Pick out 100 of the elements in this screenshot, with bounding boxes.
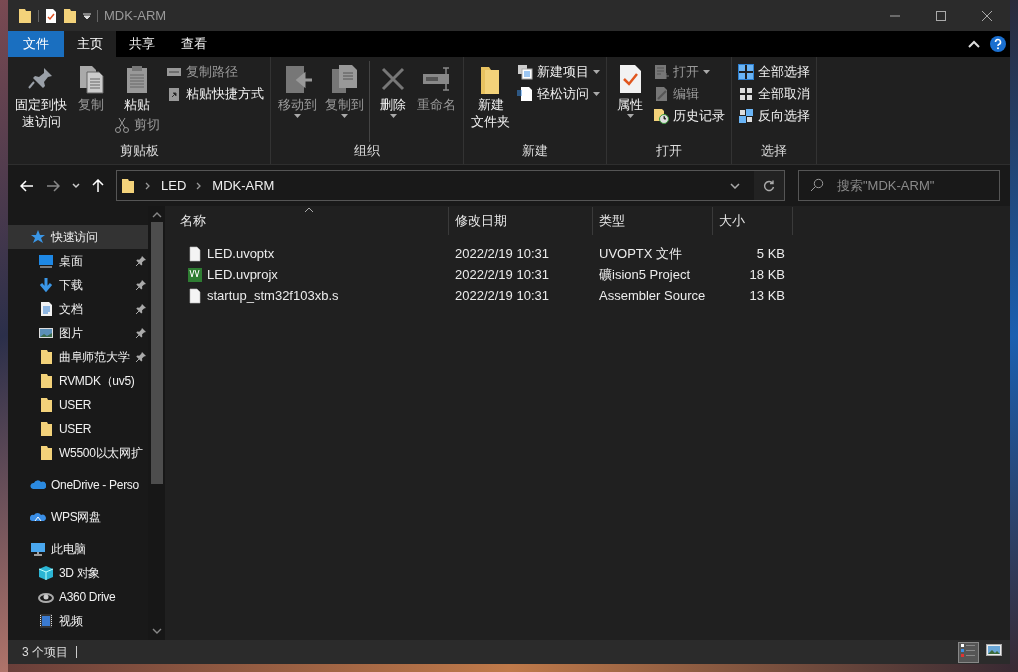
- nav-item[interactable]: 此电脑: [8, 537, 148, 561]
- document-icon: [517, 86, 533, 102]
- cube-icon: [38, 565, 54, 581]
- table-cell-text: 18 KB: [748, 265, 786, 284]
- ribbon-group-label: 新建: [521, 143, 549, 161]
- ribbon-button[interactable]: 反向选择: [736, 105, 812, 127]
- table-cell-text: UVOPTX 文件: [598, 244, 684, 263]
- dropdown-caret-icon: [593, 70, 600, 74]
- sort-caret-icon: [304, 207, 314, 213]
- chevron-down-icon[interactable]: [72, 182, 80, 189]
- table-cell-text: 13 KB: [748, 286, 786, 305]
- breadcrumb-link[interactable]: LED: [161, 175, 187, 196]
- file-name[interactable]: LED.uvprojx: [207, 264, 278, 285]
- maximize-icon: [936, 10, 946, 21]
- folder-icon: [18, 7, 32, 24]
- table-cell-text: 2022/2/19 10:31: [454, 286, 550, 305]
- nav-item[interactable]: 曲阜师范大学: [8, 345, 148, 369]
- up-arrow-icon[interactable]: [92, 178, 104, 193]
- open-icon: [653, 64, 669, 80]
- nav-item[interactable]: 桌面: [8, 249, 148, 273]
- nav-item[interactable]: 下载: [8, 273, 148, 297]
- file-menu-tab[interactable]: 文件: [8, 31, 64, 57]
- column-header[interactable]: 修改日期: [449, 207, 593, 235]
- file-name[interactable]: LED.uvoptx: [207, 243, 275, 264]
- dropdown-caret-icon: [341, 114, 348, 118]
- table-cell-text: Assembler Source: [598, 286, 707, 305]
- star-icon: [30, 229, 46, 245]
- ribbon-button[interactable]: 全部取消: [736, 83, 812, 105]
- dropdown-caret-icon: [703, 70, 710, 74]
- new-item-icon: [517, 64, 533, 80]
- forward-arrow-icon[interactable]: [46, 179, 60, 192]
- computer-icon: [30, 541, 46, 557]
- chevron-right-icon[interactable]: [196, 181, 203, 190]
- nav-item[interactable]: A360 Drive: [8, 585, 148, 609]
- nav-item[interactable]: 快速访问: [8, 225, 148, 249]
- dropdown-caret-icon: [626, 114, 634, 118]
- ribbon-button[interactable]: 新建项目: [515, 61, 602, 83]
- folder-icon: [38, 421, 54, 437]
- nav-item[interactable]: USER: [8, 393, 148, 417]
- ribbon-button[interactable]: 全部选择: [736, 61, 812, 83]
- nav-item[interactable]: 文档: [8, 297, 148, 321]
- column-header[interactable]: 大小: [713, 207, 793, 235]
- scroll-up-icon[interactable]: [151, 212, 162, 218]
- chevron-right-icon[interactable]: [145, 181, 151, 190]
- nav-item[interactable]: W5500以太网扩: [8, 441, 148, 465]
- nav-item[interactable]: 图片: [8, 321, 148, 345]
- scrollbar-thumb[interactable]: [150, 222, 163, 484]
- ribbon-button[interactable]: 属性: [611, 61, 649, 118]
- properties-icon[interactable]: [45, 7, 57, 24]
- ribbon-group-label: 选择: [760, 143, 788, 161]
- folder-icon: [38, 373, 54, 389]
- search-icon: [810, 178, 824, 192]
- scissors-icon: [114, 117, 130, 133]
- back-arrow-icon[interactable]: [20, 179, 34, 192]
- ribbon-button[interactable]: 轻松访问: [515, 83, 602, 105]
- folder-icon: [38, 349, 54, 365]
- ribbon-button[interactable]: 固定到快 速访问: [12, 61, 70, 131]
- folder-icon: [38, 397, 54, 413]
- nav-item[interactable]: WPS网盘: [8, 505, 148, 529]
- file-icon: [187, 287, 203, 304]
- table-cell-text: 2022/2/19 10:31: [454, 244, 550, 263]
- refresh-icon: [763, 179, 775, 192]
- ribbon-button[interactable]: 删除: [374, 61, 412, 118]
- ribbon-button[interactable]: 新建 文件夹: [468, 61, 513, 131]
- column-header[interactable]: 类型: [593, 207, 713, 235]
- nav-item[interactable]: USER: [8, 417, 148, 441]
- ribbon-group-label: 剪贴板: [118, 143, 160, 161]
- scroll-down-icon[interactable]: [151, 628, 162, 634]
- nav-item[interactable]: 3D 对象: [8, 561, 148, 585]
- table-cell-text: 2022/2/19 10:31: [454, 265, 550, 284]
- ribbon-button[interactable]: 历史记录: [651, 105, 727, 127]
- ribbon-button[interactable]: 粘贴快捷方式: [164, 83, 266, 105]
- breadcrumb-link[interactable]: MDK-ARM: [212, 175, 275, 196]
- address-bar[interactable]: LED MDK-ARM: [116, 170, 785, 201]
- folder-icon: [38, 445, 54, 461]
- nav-item[interactable]: RVMDK（uv5): [8, 369, 148, 393]
- dropdown-caret-icon: [593, 92, 600, 96]
- file-name[interactable]: startup_stm32f103xb.s: [207, 285, 339, 306]
- edit-icon: [653, 86, 669, 102]
- ribbon-tab[interactable]: 主页: [64, 31, 116, 57]
- folder-icon[interactable]: [63, 7, 77, 24]
- film-icon: [38, 613, 54, 629]
- table-cell-text: 5 KB: [755, 244, 786, 263]
- nav-item[interactable]: OneDrive - Perso: [8, 473, 148, 497]
- dropdown-caret-icon: [294, 114, 301, 118]
- close-icon: [982, 10, 992, 21]
- search-field[interactable]: 搜索"MDK-ARM": [798, 170, 1000, 201]
- picture-icon: [38, 325, 54, 341]
- help-icon[interactable]: [990, 36, 1006, 52]
- ribbon-group-label: 打开: [655, 143, 683, 161]
- chevron-down-icon[interactable]: [730, 182, 740, 189]
- nav-item[interactable]: 视频: [8, 609, 148, 633]
- refresh-button[interactable]: [754, 171, 784, 200]
- project-file-icon: [187, 266, 203, 283]
- dropdown-icon[interactable]: [83, 11, 91, 20]
- column-header[interactable]: 名称: [174, 207, 449, 235]
- ribbon-group-label: 组织: [353, 143, 381, 161]
- collapse-ribbon-icon[interactable]: [968, 40, 980, 48]
- details-view-button[interactable]: [958, 641, 979, 663]
- ribbon-button[interactable]: 粘贴: [112, 61, 162, 114]
